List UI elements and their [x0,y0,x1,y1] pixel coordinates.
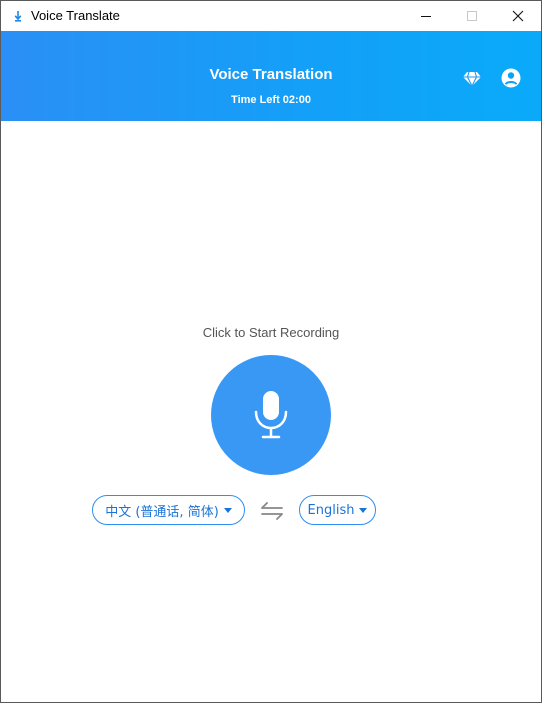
swap-arrows-icon[interactable] [259,500,285,522]
source-language-select[interactable]: 中文 (普通话, 简体) [92,495,245,525]
target-language-select[interactable]: English [299,495,376,525]
close-icon [512,10,524,22]
chevron-down-icon [359,508,368,513]
header-title: Voice Translation [209,66,333,83]
maximize-icon [467,11,477,21]
diamond-icon[interactable] [461,67,483,89]
title-bar[interactable]: Voice Translate [1,1,541,31]
account-icon[interactable] [500,67,522,89]
minimize-button[interactable] [403,1,449,31]
chevron-down-icon [223,508,232,513]
time-left-label: Time Left 02:00 [231,94,311,106]
app-header: Voice Translation Time Left 02:00 [1,31,541,121]
minimize-icon [421,16,431,17]
app-window: Voice Translate Voice Translation Time L… [0,0,542,703]
recording-prompt: Click to Start Recording [202,325,340,340]
app-icon [11,9,25,23]
microphone-icon [254,391,288,439]
maximize-button[interactable] [449,1,495,31]
target-language-label: English [307,502,355,518]
window-title: Voice Translate [31,8,120,23]
close-button[interactable] [495,1,541,31]
source-language-label: 中文 (普通话, 简体) [105,504,219,520]
record-button[interactable] [211,355,331,475]
